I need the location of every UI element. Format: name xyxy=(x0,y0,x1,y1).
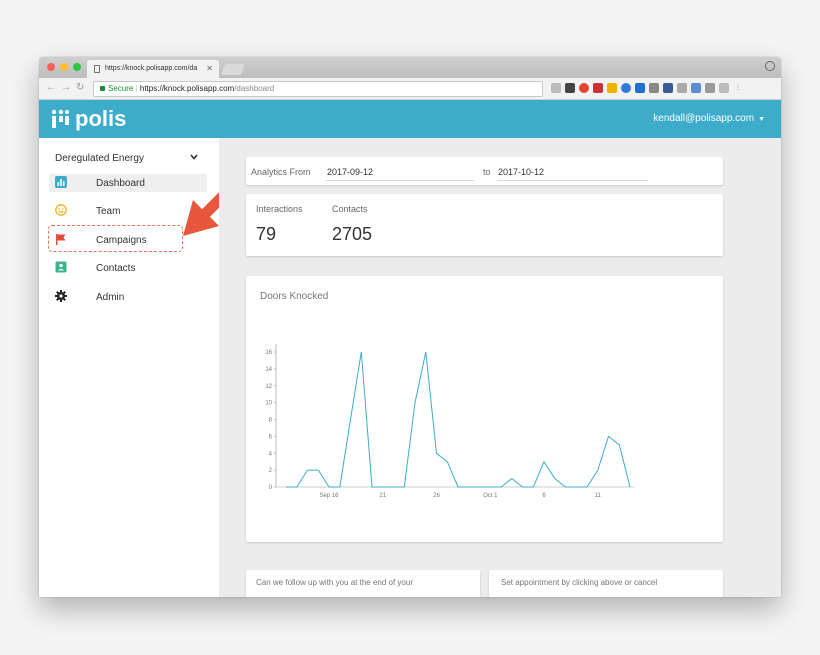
sidebar-item-label: Contacts xyxy=(96,263,136,274)
interactions-value: 79 xyxy=(256,224,277,244)
from-date-underline xyxy=(326,180,474,181)
extension-icon[interactable] xyxy=(705,83,715,93)
minimize-window-button[interactable] xyxy=(60,63,68,71)
extension-icons: ⋮ xyxy=(551,83,743,93)
x-tick-label: Oct 1 xyxy=(483,493,498,499)
from-date-input[interactable]: 2017-09-12 xyxy=(327,167,373,177)
brand-logo[interactable]: polis xyxy=(51,106,126,132)
app-header: polis kendall@polisapp.com ▼ xyxy=(39,100,781,138)
lock-icon xyxy=(100,86,105,91)
browser-tab[interactable]: https://knock.polisapp.com/da ✕ xyxy=(87,60,219,78)
caret-down-icon: ▼ xyxy=(758,116,765,123)
smiley-icon xyxy=(55,204,67,216)
forward-icon[interactable]: → xyxy=(61,82,71,93)
y-tick-label: 0 xyxy=(269,485,273,491)
contact-card-icon xyxy=(55,261,67,273)
y-tick-label: 14 xyxy=(265,367,272,373)
extension-icon[interactable] xyxy=(649,83,659,93)
appointment-text: Set appointment by clicking above or can… xyxy=(501,578,658,587)
doors-knocked-chart: 0 2 4 6 8 10 12 14 16 Sep 16 21 26 Oct 1 6 11 xyxy=(265,344,634,499)
user-email: kendall@polisapp.com xyxy=(653,113,755,124)
sidebar-item-label: Admin xyxy=(96,292,125,303)
polis-logo-icon xyxy=(51,109,69,128)
brand-name: polis xyxy=(75,106,127,131)
x-tick-label: 6 xyxy=(542,493,546,499)
address-bar[interactable]: Secure | https://knock.polisapp.com/dash… xyxy=(93,81,543,97)
secure-label: Secure xyxy=(108,84,134,93)
extension-icon[interactable] xyxy=(719,83,729,93)
series-line xyxy=(286,351,631,488)
url-path: /dashboard xyxy=(234,84,275,93)
gear-icon xyxy=(55,290,67,302)
reload-icon[interactable]: ↻ xyxy=(76,82,84,93)
tab-strip: https://knock.polisapp.com/da ✕ xyxy=(39,57,781,78)
y-tick-label: 8 xyxy=(269,418,273,424)
to-label: to xyxy=(483,167,491,177)
sidebar-item-admin[interactable]: Admin xyxy=(49,288,207,306)
sidebar-item-label: Dashboard xyxy=(96,178,145,189)
stats-card: Interactions 79 Contacts 2705 xyxy=(246,194,723,256)
document-icon xyxy=(94,65,100,73)
sidebar: Deregulated Energy Dashboard Team Campai… xyxy=(39,138,247,597)
user-menu[interactable]: kendall@polisapp.com ▼ xyxy=(653,113,765,124)
close-tab-icon[interactable]: ✕ xyxy=(206,64,213,73)
extension-icon[interactable] xyxy=(621,83,631,93)
contacts-value: 2705 xyxy=(332,224,373,244)
y-tick-label: 10 xyxy=(265,401,272,407)
menu-dots-icon[interactable]: ⋮ xyxy=(733,83,743,93)
followup-card: Can we follow up with you at the end of … xyxy=(246,570,480,597)
interactions-label: Interactions xyxy=(256,204,303,214)
sidebar-item-contacts[interactable]: Contacts xyxy=(49,259,207,277)
extension-icon[interactable] xyxy=(691,83,701,93)
extension-icon[interactable] xyxy=(551,83,561,93)
new-tab-button[interactable] xyxy=(220,64,246,75)
maximize-window-button[interactable] xyxy=(73,63,81,71)
analytics-range-card: Analytics From 2017-09-12 to 2017-10-12 xyxy=(246,157,723,185)
y-tick-label: 4 xyxy=(269,451,273,457)
y-tick-label: 2 xyxy=(269,468,273,474)
close-window-button[interactable] xyxy=(47,63,55,71)
extension-icon[interactable] xyxy=(565,83,575,93)
extension-icon[interactable] xyxy=(579,83,589,93)
campaigns-highlight-box xyxy=(48,225,183,252)
bar-chart-icon xyxy=(55,176,67,188)
profile-icon[interactable] xyxy=(765,61,775,71)
chevron-down-icon[interactable] xyxy=(189,152,199,162)
extension-icon[interactable] xyxy=(593,83,603,93)
doors-knocked-card: Doors Knocked 0 2 4 6 8 10 12 14 16 Sep 16 21 26 Oct… xyxy=(246,276,723,542)
y-tick-label: 16 xyxy=(265,350,272,356)
x-tick-label: Sep 16 xyxy=(319,493,339,499)
y-tick-label: 6 xyxy=(269,434,273,440)
x-tick-label: 26 xyxy=(433,493,440,499)
extension-icon[interactable] xyxy=(635,83,645,93)
y-tick-label: 12 xyxy=(265,384,272,390)
contacts-label: Contacts xyxy=(332,204,368,214)
extension-icon[interactable] xyxy=(607,83,617,93)
appointment-card: Set appointment by clicking above or can… xyxy=(489,570,723,597)
main-content: Analytics From 2017-09-12 to 2017-10-12 … xyxy=(219,138,781,597)
tab-title: https://knock.polisapp.com/da xyxy=(105,65,198,72)
to-date-input[interactable]: 2017-10-12 xyxy=(498,167,544,177)
extension-icon[interactable] xyxy=(677,83,687,93)
back-icon[interactable]: ← xyxy=(46,82,56,93)
url-host: https://knock.polisapp.com xyxy=(139,84,235,93)
analytics-from-label: Analytics From xyxy=(251,167,311,177)
followup-text: Can we follow up with you at the end of … xyxy=(256,578,413,587)
org-name[interactable]: Deregulated Energy xyxy=(55,153,144,164)
browser-window: https://knock.polisapp.com/da ✕ ← → ↻ Se… xyxy=(39,57,781,597)
browser-toolbar: ← → ↻ Secure | https://knock.polisapp.co… xyxy=(39,78,781,100)
sidebar-item-label: Team xyxy=(96,206,121,217)
x-tick-label: 11 xyxy=(595,493,602,499)
x-tick-label: 21 xyxy=(379,493,386,499)
extension-icon[interactable] xyxy=(663,83,673,93)
to-date-underline xyxy=(497,180,648,181)
